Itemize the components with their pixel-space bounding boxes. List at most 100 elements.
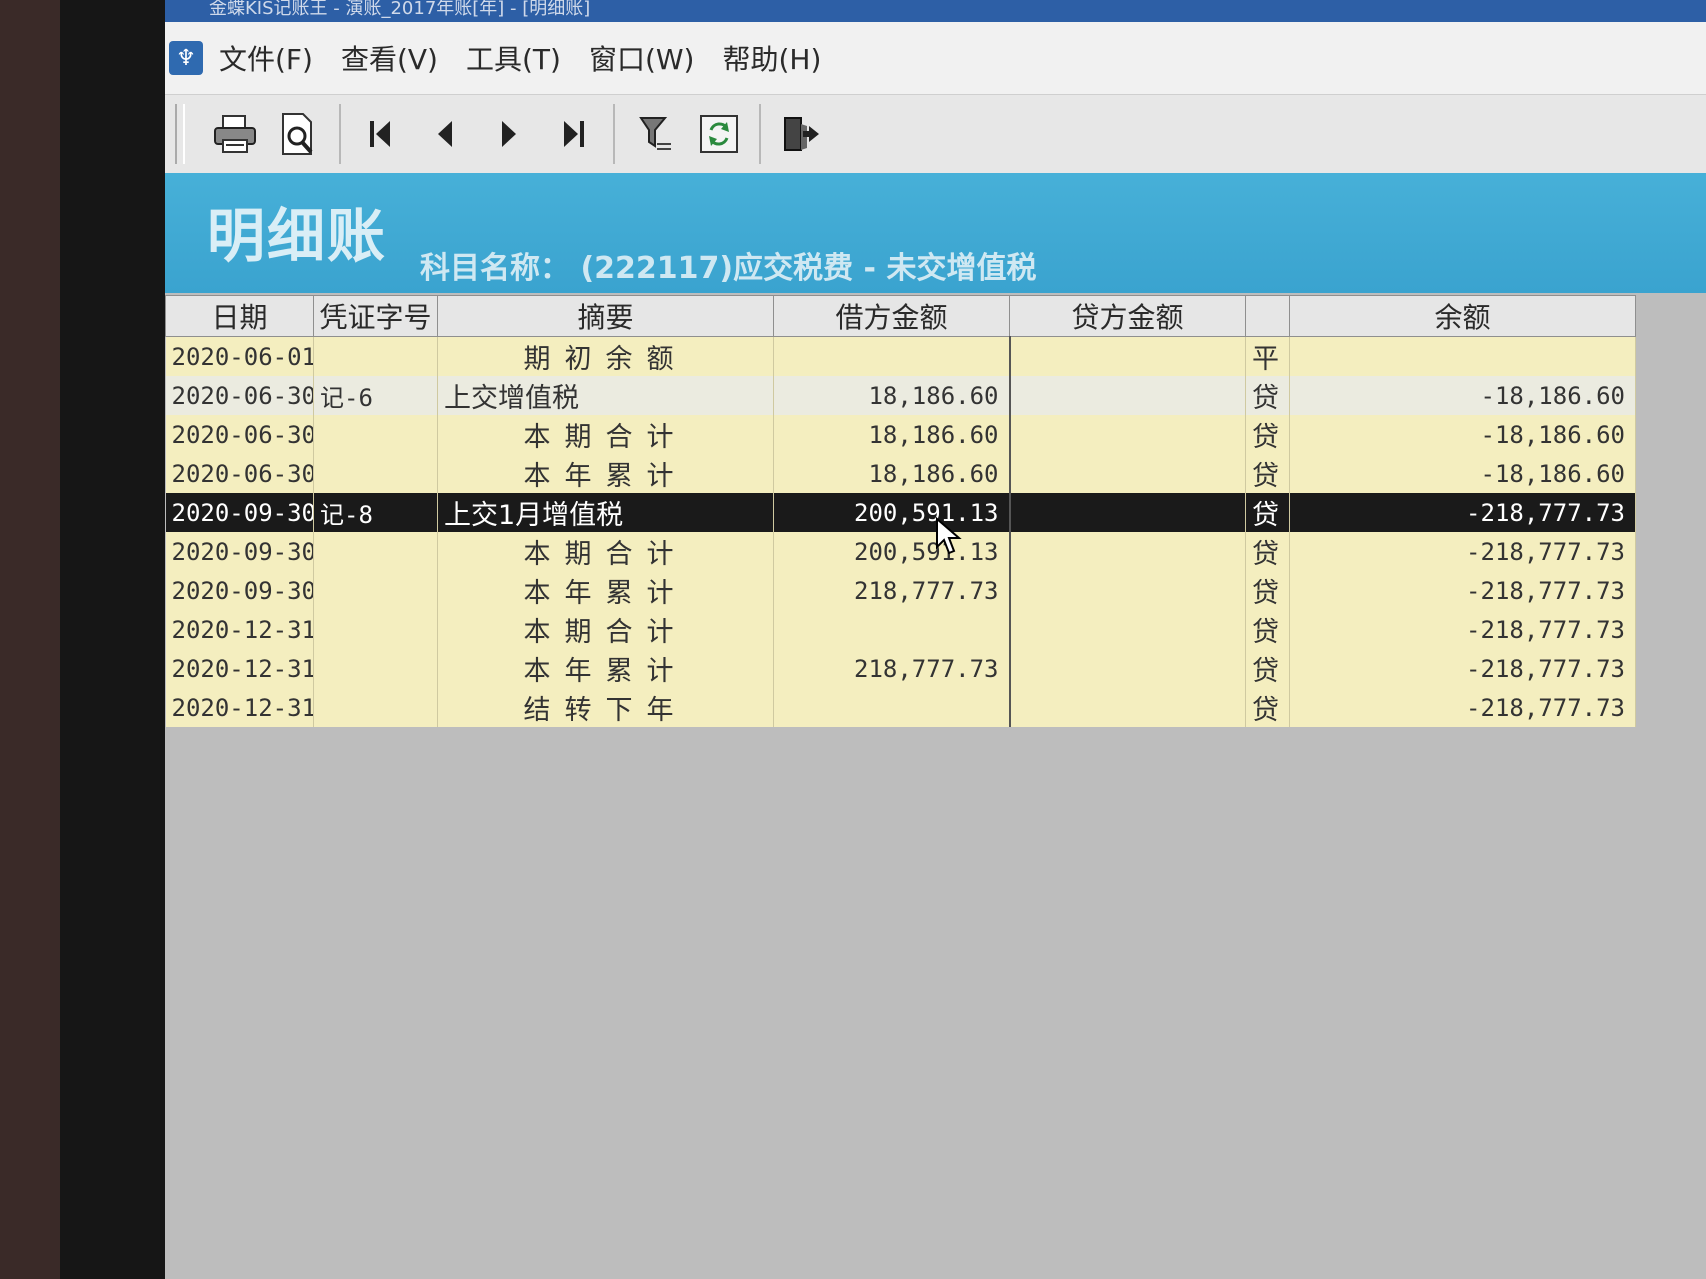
toolbar [165,95,1706,174]
cell-credit [1009,610,1246,649]
cell-voucher [313,688,438,727]
cell-balance: -218,777.73 [1289,649,1636,688]
cell-date: 2020-09-30 [165,532,314,571]
cell-voucher [313,415,438,454]
column-header-balance[interactable]: 余额 [1289,295,1636,337]
ledger-table: 日期 凭证字号 摘要 借方金额 贷方金额 余额 2020-06-01 期初余额 … [165,295,1636,727]
table-row[interactable]: 2020-12-31 本年累计 218,777.73 贷 -218,777.73 [165,649,1636,688]
monitor-bezel [60,0,170,1279]
cell-credit [1009,415,1246,454]
cell-credit [1009,532,1246,571]
table-header-row: 日期 凭证字号 摘要 借方金额 贷方金额 余额 [165,295,1636,337]
cell-date: 2020-12-31 [165,688,314,727]
cell-debit: 218,777.73 [773,571,1011,610]
cell-voucher [313,454,438,493]
cell-balance: -218,777.73 [1289,571,1636,610]
cell-date: 2020-12-31 [165,649,314,688]
last-record-icon[interactable] [545,106,601,162]
page-title: 明细账 [207,202,388,270]
cell-summary: 本年累计 [437,571,774,610]
cell-direction: 贷 [1245,688,1290,727]
toolbar-separator [339,104,341,164]
cell-summary: 上交增值税 [437,376,774,415]
first-record-icon[interactable] [353,106,409,162]
cell-credit [1009,688,1246,727]
cell-voucher: 记-8 [313,493,438,532]
cell-direction: 贷 [1245,493,1290,532]
cell-debit: 18,186.60 [773,376,1011,415]
next-record-icon[interactable] [481,106,537,162]
cell-credit [1009,336,1246,376]
cell-debit: 18,186.60 [773,415,1011,454]
column-header-date[interactable]: 日期 [165,295,314,337]
table-row[interactable]: 2020-12-31 结转下年 贷 -218,777.73 [165,688,1636,727]
cell-balance: -18,186.60 [1289,376,1636,415]
cell-date: 2020-09-30 [165,493,314,532]
cell-direction: 贷 [1245,610,1290,649]
cell-date: 2020-06-01 [165,336,314,376]
cell-balance: -218,777.73 [1289,688,1636,727]
table-row[interactable]: 2020-12-31 本期合计 贷 -218,777.73 [165,610,1636,649]
cell-voucher [313,532,438,571]
column-header-voucher[interactable]: 凭证字号 [313,295,438,337]
cell-debit [773,688,1011,727]
cell-balance: -18,186.60 [1289,454,1636,493]
application-window: 金蝶KIS记账王 - 演账_2017年账[年] - [明细账] ♆ 文件(F) … [165,0,1706,1279]
cell-summary: 本期合计 [437,415,774,454]
cell-credit [1009,376,1246,415]
exit-icon[interactable] [773,106,829,162]
cell-date: 2020-12-31 [165,610,314,649]
table-row[interactable]: 2020-09-30 本年累计 218,777.73 贷 -218,777.73 [165,571,1636,610]
cell-voucher [313,571,438,610]
cell-date: 2020-06-30 [165,454,314,493]
toolbar-separator [759,104,761,164]
table-row[interactable]: 2020-06-30 本期合计 18,186.60 贷 -18,186.60 [165,415,1636,454]
column-header-summary[interactable]: 摘要 [437,295,774,337]
cell-direction: 平 [1245,336,1290,376]
table-row[interactable]: 2020-06-30 本年累计 18,186.60 贷 -18,186.60 [165,454,1636,493]
refresh-icon[interactable] [691,106,747,162]
cell-debit [773,336,1011,376]
account-subject: 科目名称： (222117)应交税费 - 未交增值税 [420,251,1037,286]
cell-direction: 贷 [1245,415,1290,454]
toolbar-separator [613,104,615,164]
printer-icon[interactable] [207,106,263,162]
cell-direction: 贷 [1245,376,1290,415]
cell-direction: 贷 [1245,571,1290,610]
cell-summary: 上交1月增值税 [437,493,774,532]
cell-balance: -218,777.73 [1289,493,1636,532]
column-header-debit[interactable]: 借方金额 [773,295,1010,337]
cell-direction: 贷 [1245,532,1290,571]
menu-help[interactable]: 帮助(H) [722,38,821,78]
toolbar-grip[interactable] [175,104,185,164]
cell-debit: 200,591.13 [773,493,1011,532]
menu-bar: ♆ 文件(F) 查看(V) 工具(T) 窗口(W) 帮助(H) [165,22,1706,95]
cell-credit [1009,454,1246,493]
previous-record-icon[interactable] [417,106,473,162]
cell-credit [1009,649,1246,688]
menu-window[interactable]: 窗口(W) [589,38,695,78]
cell-debit: 18,186.60 [773,454,1011,493]
menu-file[interactable]: 文件(F) [219,38,313,78]
table-row-selected[interactable]: 2020-09-30 记-8 上交1月增值税 200,591.13 贷 -218… [165,493,1636,532]
cell-balance: -218,777.73 [1289,532,1636,571]
column-header-credit[interactable]: 贷方金额 [1009,295,1246,337]
table-row[interactable]: 2020-06-01 期初余额 平 [165,336,1636,376]
table-row[interactable]: 2020-09-30 本期合计 200,591.13 贷 -218,777.73 [165,532,1636,571]
cell-debit: 218,777.73 [773,649,1011,688]
table-row[interactable]: 2020-06-30 记-6 上交增值税 18,186.60 贷 -18,186… [165,376,1636,415]
cell-date: 2020-06-30 [165,376,314,415]
column-header-direction[interactable] [1245,295,1290,337]
cell-direction: 贷 [1245,454,1290,493]
cell-voucher [313,610,438,649]
cell-summary: 结转下年 [437,688,774,727]
print-preview-icon[interactable] [271,106,327,162]
menu-view[interactable]: 查看(V) [341,38,438,78]
filter-icon[interactable] [627,106,683,162]
cell-credit [1009,493,1246,532]
cell-voucher: 记-6 [313,376,438,415]
cell-summary: 本期合计 [437,610,774,649]
menu-tools[interactable]: 工具(T) [466,38,561,78]
report-banner: 明细账 科目名称： (222117)应交税费 - 未交增值税 [165,173,1706,293]
cell-summary: 期初余额 [437,336,774,376]
